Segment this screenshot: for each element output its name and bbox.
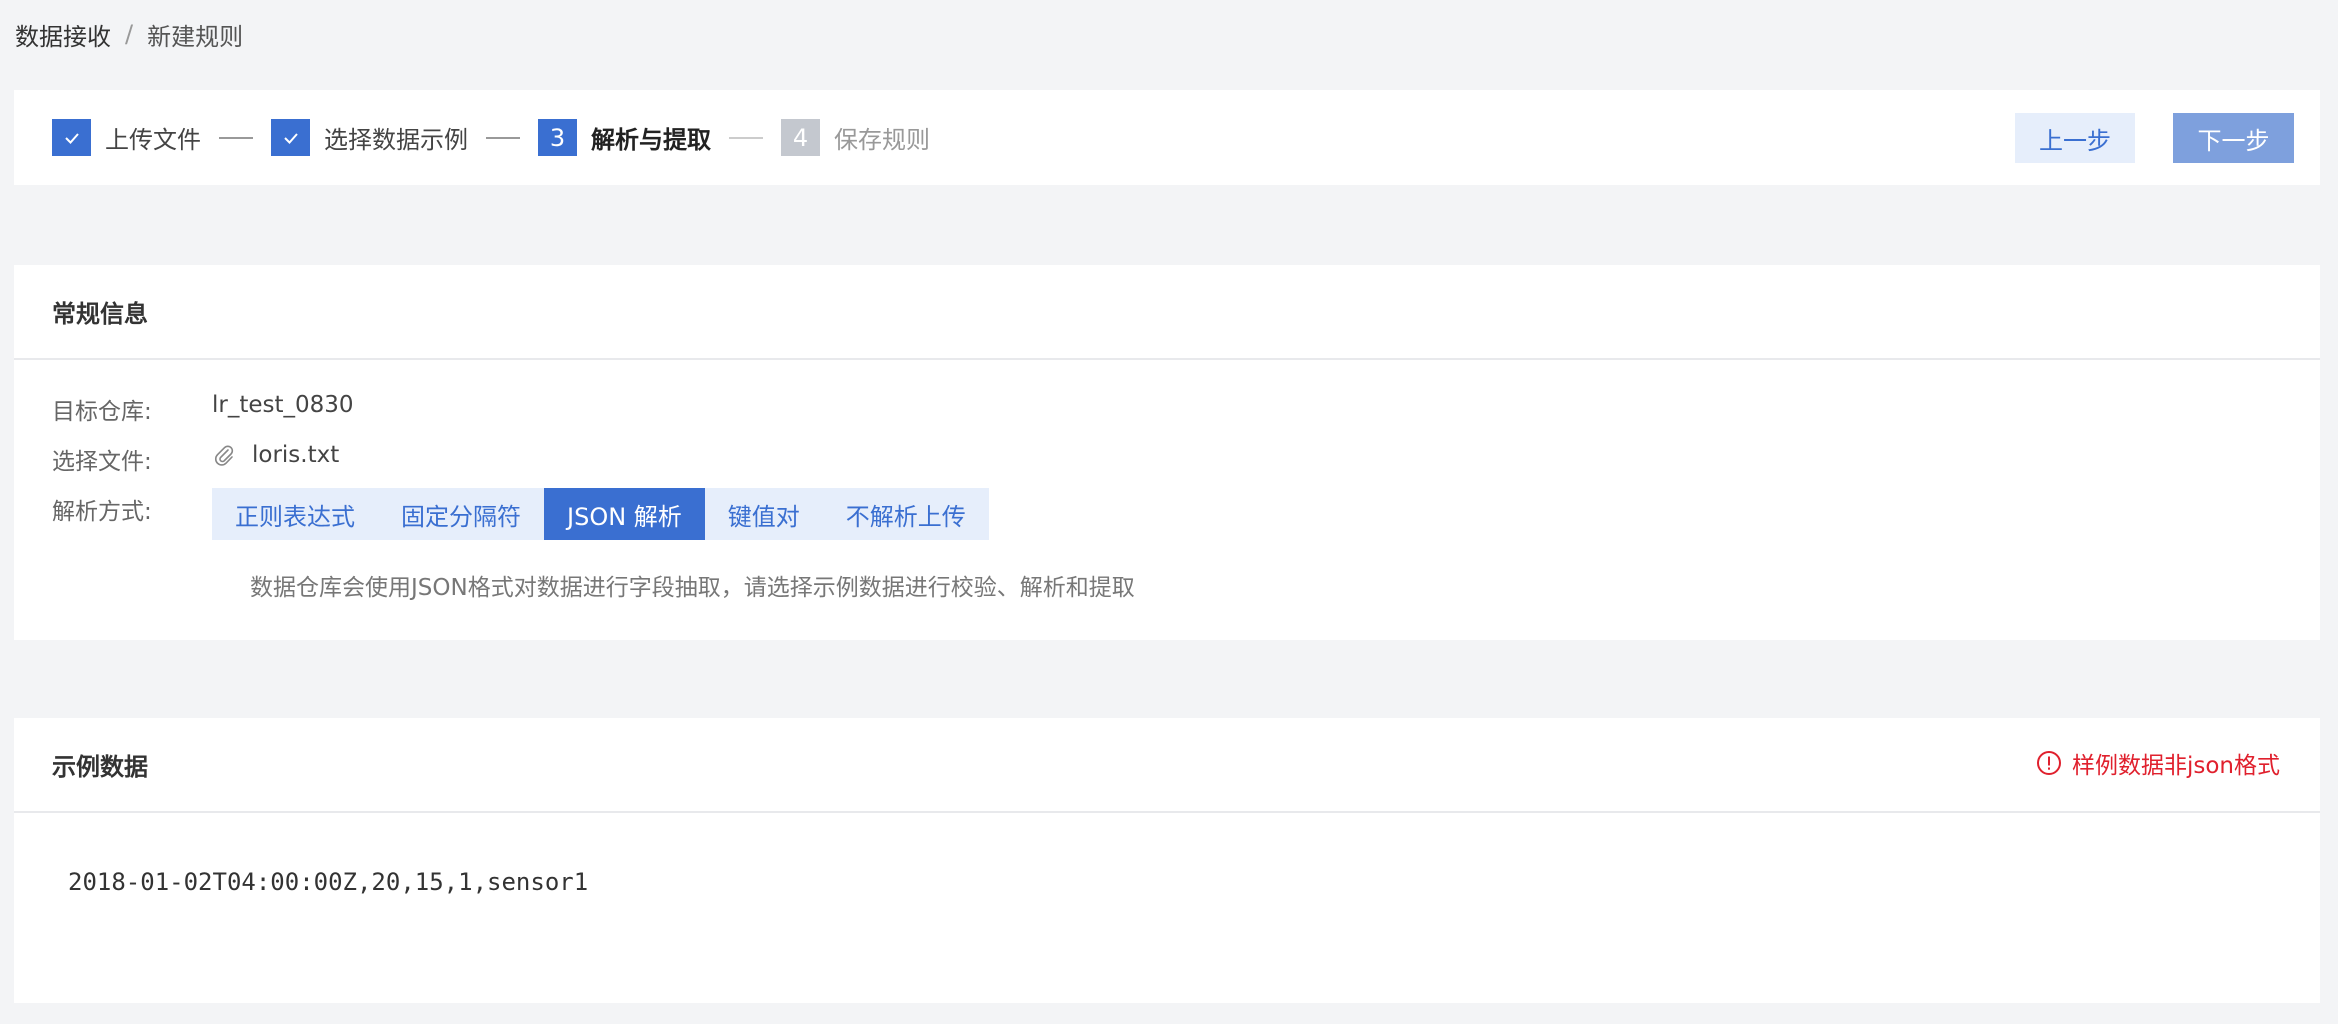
- step-number: 4: [781, 119, 820, 156]
- step-label: 保存规则: [834, 126, 930, 154]
- parse-method-label: 解析方式:: [52, 499, 152, 525]
- target-repo-label: 目标仓库:: [52, 399, 152, 425]
- sample-format-error: 样例数据非json格式: [2036, 746, 2280, 780]
- file-value[interactable]: loris.txt: [212, 438, 339, 468]
- steps-bar: 上传文件 选择数据示例 3 解析与提取 4 保存规则 上一步 下一步: [14, 90, 2320, 185]
- step-select-sample: 选择数据示例: [271, 119, 468, 156]
- file-name: loris.txt: [252, 442, 340, 468]
- step-label: 上传文件: [105, 126, 201, 154]
- step-parse-extract: 3 解析与提取: [538, 119, 711, 156]
- file-row: 选择文件: loris.txt: [52, 438, 2320, 488]
- step-upload-file: 上传文件: [52, 119, 201, 156]
- sample-data-card: 示例数据 样例数据非json格式 2018-01-02T04:00:00Z,20…: [14, 718, 2320, 1003]
- breadcrumb-separator: /: [125, 20, 134, 48]
- step-label: 选择数据示例: [324, 126, 468, 154]
- alert-circle-icon: [2036, 751, 2061, 775]
- parse-option-delimiter[interactable]: 固定分隔符: [378, 488, 544, 540]
- parse-option-key-value[interactable]: 键值对: [705, 488, 823, 540]
- general-info-card: 常规信息 目标仓库: lr_test_0830 选择文件: loris.txt …: [14, 265, 2320, 640]
- prev-step-button[interactable]: 上一步: [2015, 113, 2135, 163]
- step-save-rule: 4 保存规则: [781, 119, 930, 156]
- file-label: 选择文件:: [52, 449, 152, 475]
- sample-error-text: 样例数据非json格式: [2071, 753, 2280, 779]
- step-number: 3: [538, 119, 577, 156]
- parse-option-json[interactable]: JSON 解析: [544, 488, 705, 540]
- general-form: 目标仓库: lr_test_0830 选择文件: loris.txt 解析方式:…: [14, 360, 2320, 602]
- parse-method-selector: 正则表达式 固定分隔符 JSON 解析 键值对 不解析上传: [212, 488, 989, 540]
- parse-option-regex[interactable]: 正则表达式: [212, 488, 378, 540]
- step-label: 解析与提取: [591, 126, 711, 154]
- step-connector: [219, 136, 253, 139]
- parse-method-row: 解析方式: 正则表达式 固定分隔符 JSON 解析 键值对 不解析上传: [52, 488, 2320, 540]
- target-repo-row: 目标仓库: lr_test_0830: [52, 388, 2320, 438]
- paperclip-icon: [215, 445, 234, 466]
- breadcrumb-current: 新建规则: [147, 22, 244, 51]
- parse-option-raw-upload[interactable]: 不解析上传: [823, 488, 989, 540]
- parse-hint: 数据仓库会使用JSON格式对数据进行字段抽取，请选择示例数据进行校验、解析和提取: [250, 575, 1135, 601]
- step-connector: [729, 136, 763, 139]
- check-icon: [52, 119, 91, 156]
- general-info-title: 常规信息: [14, 265, 2320, 360]
- breadcrumb: 数据接收 / 新建规则: [15, 14, 243, 54]
- next-step-button[interactable]: 下一步: [2173, 113, 2294, 163]
- check-icon: [271, 119, 310, 156]
- sample-data-line: 2018-01-02T04:00:00Z,20,15,1,sensor1: [68, 868, 589, 896]
- breadcrumb-root[interactable]: 数据接收: [15, 17, 111, 52]
- sample-data-title: 示例数据: [14, 718, 2320, 813]
- target-repo-value: lr_test_0830: [212, 392, 354, 418]
- step-connector: [486, 136, 520, 139]
